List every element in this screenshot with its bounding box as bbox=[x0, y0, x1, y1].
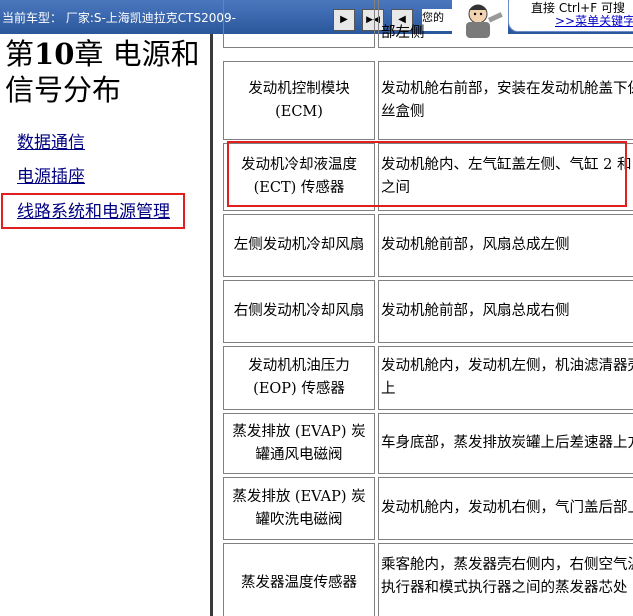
annotation-highlight-row bbox=[227, 141, 627, 207]
annotation-highlight-left bbox=[1, 193, 185, 229]
component-location-cell: 发动机舱内，发动机右侧，气门盖后部上方 bbox=[378, 477, 633, 540]
chapter-title: 第10章 电源和信号分布 bbox=[5, 37, 200, 107]
component-name-cell: 发动机控制模块 (ECM) bbox=[223, 61, 375, 140]
component-name-cell: 发动机机油压力 (EOP) 传感器 bbox=[223, 346, 375, 410]
component-location-cell: 部左侧 bbox=[378, 0, 633, 48]
current-car-label: 当前车型： 厂家:S-上海凯迪拉克CTS2009- bbox=[2, 11, 237, 25]
component-location-cell: 车身底部，蒸发排放炭罐上后差速器上方 bbox=[378, 413, 633, 474]
table-row: 蒸发排放 (EVAP) 炭罐吹洗电磁阀 发动机舱内，发动机右侧，气门盖后部上方 bbox=[221, 477, 633, 540]
component-location-cell: 发动机舱前部，风扇总成右侧 bbox=[378, 280, 633, 343]
component-location-cell: 发动机舱右前部，安装在发动机舱盖下保险丝盒侧 bbox=[378, 61, 633, 140]
component-name-cell: 左侧发动机冷却风扇 bbox=[223, 214, 375, 277]
component-location-table: 部左侧 发动机控制模块 (ECM) 发动机舱右前部，安装在发动机舱盖下保险丝盒侧… bbox=[221, 0, 633, 616]
component-location-cell: 发动机舱前部，风扇总成左侧 bbox=[378, 214, 633, 277]
component-location-cell: 乘客舱内，蒸发器壳右侧内，右侧空气温度执行器和模式执行器之间的蒸发器芯处 bbox=[378, 543, 633, 616]
nav-link-data-communication[interactable]: 数据通信 bbox=[17, 128, 85, 153]
table-row: 蒸发器温度传感器 乘客舱内，蒸发器壳右侧内，右侧空气温度执行器和模式执行器之间的… bbox=[221, 543, 633, 616]
nav-link-power-outlet[interactable]: 电源插座 bbox=[17, 162, 85, 187]
component-name-cell bbox=[223, 0, 375, 48]
table-row: 部左侧 bbox=[221, 0, 633, 48]
component-name-cell: 右侧发动机冷却风扇 bbox=[223, 280, 375, 343]
table-row: 发动机控制模块 (ECM) 发动机舱右前部，安装在发动机舱盖下保险丝盒侧 bbox=[221, 61, 633, 140]
table-row: 左侧发动机冷却风扇 发动机舱前部，风扇总成左侧 bbox=[221, 214, 633, 277]
left-nav-panel: 第10章 电源和信号分布 数据通信 电源插座 线路系统和电源管理 bbox=[0, 34, 210, 616]
table-row: 右侧发动机冷却风扇 发动机舱前部，风扇总成右侧 bbox=[221, 280, 633, 343]
table-row: 发动机机油压力 (EOP) 传感器 发动机舱内，发动机左侧，机油滤清器壳体上 bbox=[221, 346, 633, 410]
table-row: 蒸发排放 (EVAP) 炭罐通风电磁阀 车身底部，蒸发排放炭罐上后差速器上方 bbox=[221, 413, 633, 474]
component-name-cell: 蒸发排放 (EVAP) 炭罐通风电磁阀 bbox=[223, 413, 375, 474]
component-name-cell: 蒸发器温度传感器 bbox=[223, 543, 375, 616]
component-location-cell: 发动机舱内，发动机左侧，机油滤清器壳体上 bbox=[378, 346, 633, 410]
panel-gap bbox=[213, 34, 221, 616]
component-name-cell: 蒸发排放 (EVAP) 炭罐吹洗电磁阀 bbox=[223, 477, 375, 540]
